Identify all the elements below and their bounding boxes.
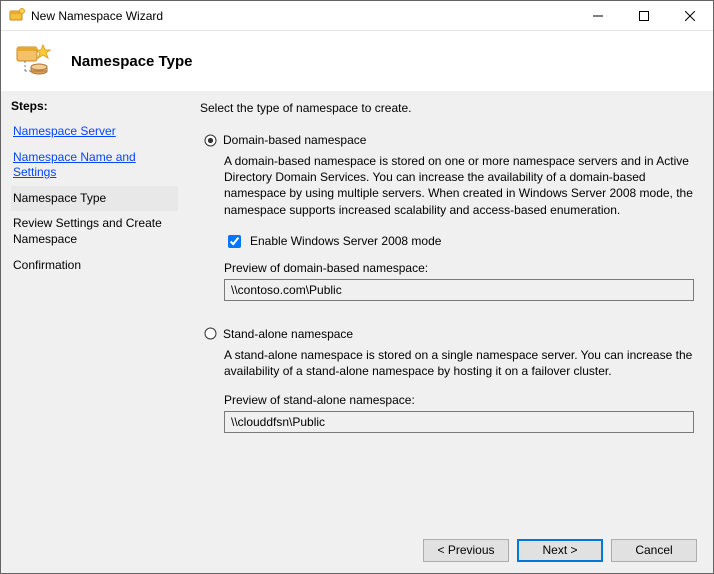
wizard-large-icon <box>15 41 55 81</box>
steps-sidebar: Steps: Namespace Server Namespace Name a… <box>1 91 186 527</box>
domain-based-description: A domain-based namespace is stored on on… <box>224 153 693 218</box>
header-band: Namespace Type <box>1 31 713 91</box>
domain-based-radio-label: Domain-based namespace <box>223 133 366 147</box>
stand-alone-radio[interactable] <box>204 327 217 340</box>
close-button[interactable] <box>667 1 713 30</box>
step-namespace-type[interactable]: Namespace Type <box>11 186 178 212</box>
maximize-button[interactable] <box>621 1 667 30</box>
stand-alone-preview-label: Preview of stand-alone namespace: <box>224 393 693 407</box>
step-namespace-server[interactable]: Namespace Server <box>11 119 178 145</box>
stand-alone-preview-value: \\clouddfsn\Public <box>224 411 694 433</box>
stand-alone-group: Stand-alone namespace A stand-alone name… <box>200 327 693 433</box>
minimize-button[interactable] <box>575 1 621 30</box>
wizard-footer: < Previous Next > Cancel <box>1 527 713 573</box>
previous-button[interactable]: < Previous <box>423 539 509 562</box>
stand-alone-description: A stand-alone namespace is stored on a s… <box>224 347 693 379</box>
main-content: Select the type of namespace to create. … <box>186 91 713 527</box>
page-title: Namespace Type <box>71 53 192 70</box>
step-confirmation[interactable]: Confirmation <box>11 253 178 279</box>
titlebar: New Namespace Wizard <box>1 1 713 31</box>
window-controls <box>575 1 713 30</box>
body: Steps: Namespace Server Namespace Name a… <box>1 91 713 527</box>
enable-2008-mode-checkbox[interactable] <box>228 235 241 248</box>
stand-alone-radio-label: Stand-alone namespace <box>223 327 353 341</box>
step-review-settings[interactable]: Review Settings and Create Namespace <box>11 211 178 252</box>
namespace-wizard-icon <box>9 8 25 24</box>
instruction-text: Select the type of namespace to create. <box>200 101 693 115</box>
domain-based-group: Domain-based namespace A domain-based na… <box>200 133 693 301</box>
steps-heading: Steps: <box>11 99 178 113</box>
enable-2008-mode-label: Enable Windows Server 2008 mode <box>250 234 441 248</box>
next-button[interactable]: Next > <box>517 539 603 562</box>
step-namespace-name-settings[interactable]: Namespace Name and Settings <box>11 145 178 186</box>
cancel-button[interactable]: Cancel <box>611 539 697 562</box>
window-title: New Namespace Wizard <box>31 9 575 23</box>
domain-based-radio[interactable] <box>204 134 217 147</box>
domain-preview-value: \\contoso.com\Public <box>224 279 694 301</box>
domain-preview-label: Preview of domain-based namespace: <box>224 261 693 275</box>
